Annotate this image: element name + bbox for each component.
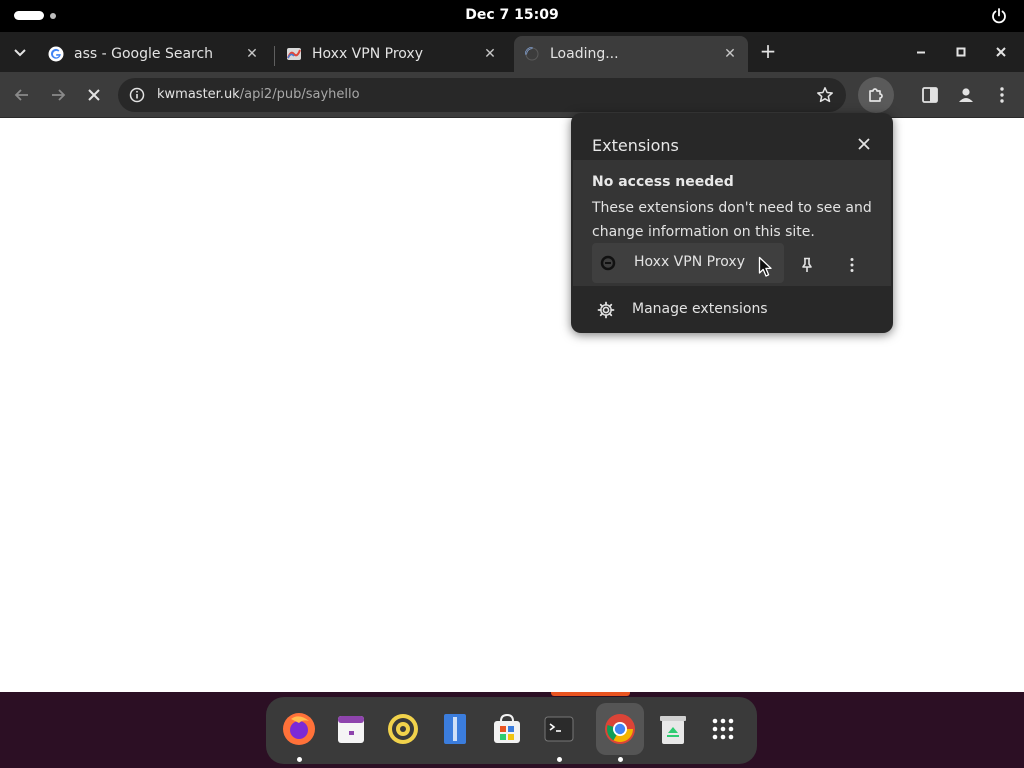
browser-menu-icon[interactable] xyxy=(991,84,1013,106)
tab-search-chevron-icon[interactable] xyxy=(8,42,32,62)
dock xyxy=(266,697,757,764)
browser-toolbar: kwmaster.uk/api2/pub/sayhello xyxy=(0,72,1024,118)
rhythmbox-icon[interactable] xyxy=(385,711,421,747)
system-top-bar: Dec 7 15:09 xyxy=(0,0,1024,32)
extension-item-hoxx[interactable]: Hoxx VPN Proxy xyxy=(592,243,784,283)
extension-name: Hoxx VPN Proxy xyxy=(634,254,745,270)
tab-title: ass - Google Search xyxy=(74,46,214,62)
hoxx-icon xyxy=(287,48,301,60)
extensions-popup-title: Extensions xyxy=(592,136,679,155)
close-icon[interactable] xyxy=(855,135,873,153)
power-icon[interactable] xyxy=(990,7,1008,25)
tab-loading[interactable]: Loading... ✕ xyxy=(514,36,748,72)
tab-title: Loading... xyxy=(550,46,619,62)
site-info-icon[interactable] xyxy=(129,87,145,103)
extensions-popup: Extensions No access needed These extens… xyxy=(571,113,893,333)
tab-close-icon[interactable]: ✕ xyxy=(722,46,738,62)
side-panel-icon[interactable] xyxy=(919,84,941,106)
url-text[interactable]: kwmaster.uk/api2/pub/sayhello xyxy=(157,87,360,102)
stop-loading-icon[interactable] xyxy=(83,84,105,106)
tab-strip: ass - Google Search ✕ Hoxx VPN Proxy ✕ L… xyxy=(0,32,1024,72)
manage-extensions-button[interactable]: Manage extensions xyxy=(573,288,891,330)
pin-icon[interactable] xyxy=(798,256,816,274)
forward-arrow-icon[interactable] xyxy=(47,84,69,106)
tab-hoxx-vpn[interactable]: Hoxx VPN Proxy ✕ xyxy=(276,36,508,72)
bookmark-star-icon[interactable] xyxy=(816,86,834,104)
tab-title: Hoxx VPN Proxy xyxy=(312,46,423,62)
calendar-icon[interactable] xyxy=(333,711,369,747)
clock[interactable]: Dec 7 15:09 xyxy=(0,7,1024,23)
tab-google-search[interactable]: ass - Google Search ✕ xyxy=(38,36,270,72)
section-description: These extensions don't need to see and c… xyxy=(592,200,872,240)
new-tab-plus-icon[interactable]: + xyxy=(756,40,780,64)
app-grid-icon[interactable] xyxy=(705,711,741,747)
more-options-icon[interactable] xyxy=(843,256,861,274)
google-icon xyxy=(48,46,64,62)
manage-extensions-label: Manage extensions xyxy=(632,301,768,317)
puzzle-icon xyxy=(869,88,883,102)
url-host: kwmaster.uk xyxy=(157,87,240,102)
software-center-icon[interactable] xyxy=(489,711,525,747)
hoxx-extension-icon xyxy=(600,255,616,271)
url-path: /api2/pub/sayhello xyxy=(239,87,360,102)
running-indicator xyxy=(297,757,302,762)
section-heading: No access needed xyxy=(592,174,734,190)
address-bar[interactable]: kwmaster.uk/api2/pub/sayhello xyxy=(118,78,846,112)
window-close-icon[interactable] xyxy=(991,42,1011,62)
back-arrow-icon[interactable] xyxy=(11,84,33,106)
tab-divider xyxy=(274,46,275,66)
tab-close-icon[interactable]: ✕ xyxy=(482,46,498,62)
terminal-icon[interactable] xyxy=(541,711,577,747)
profile-avatar-icon[interactable] xyxy=(955,84,977,106)
desktop-screen: Dec 7 15:09 ass - Google Search ✕ Hoxx V… xyxy=(0,0,1024,768)
trash-icon[interactable] xyxy=(655,711,691,747)
tab-close-icon[interactable]: ✕ xyxy=(244,46,260,62)
maximize-icon[interactable] xyxy=(951,42,971,62)
gear-icon xyxy=(597,301,615,319)
running-indicator xyxy=(557,757,562,762)
running-indicator xyxy=(618,757,623,762)
text-editor-icon[interactable] xyxy=(437,711,473,747)
minimize-icon[interactable] xyxy=(911,42,931,62)
mouse-pointer-icon xyxy=(758,256,772,277)
no-access-section: No access needed These extensions don't … xyxy=(573,160,891,286)
chrome-icon[interactable] xyxy=(602,711,638,747)
dock-active-indicator xyxy=(551,692,630,696)
firefox-icon[interactable] xyxy=(281,711,317,747)
loading-spinner-icon xyxy=(525,47,539,61)
extensions-button[interactable] xyxy=(858,77,894,113)
